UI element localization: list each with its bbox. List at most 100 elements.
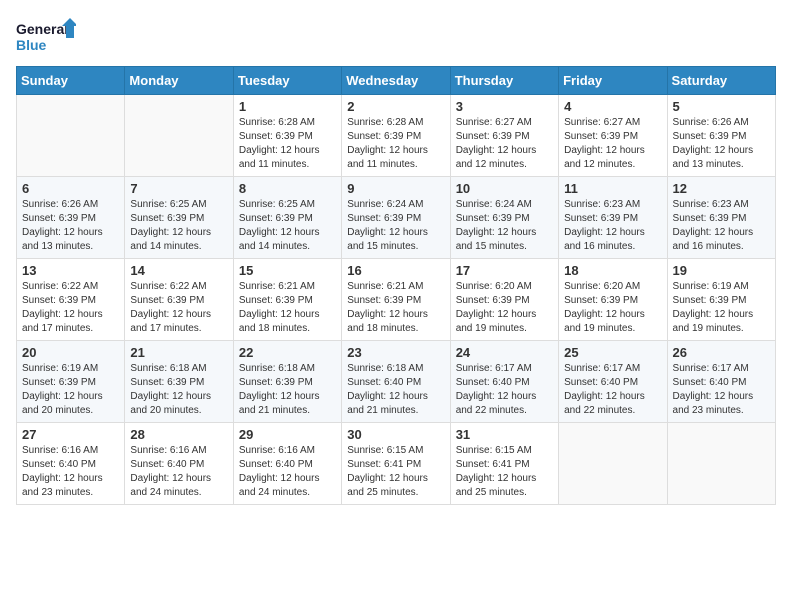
day-number: 30 — [347, 427, 444, 442]
calendar-table: SundayMondayTuesdayWednesdayThursdayFrid… — [16, 66, 776, 505]
calendar-day-cell: 3Sunrise: 6:27 AM Sunset: 6:39 PM Daylig… — [450, 95, 558, 177]
day-number: 24 — [456, 345, 553, 360]
calendar-day-cell: 24 Sunrise: 6:17 AM Sunset: 6:40 PM Dayli… — [450, 341, 558, 423]
calendar-day-cell — [17, 95, 125, 177]
day-number: 18 — [564, 263, 661, 278]
calendar-day-cell: 14 Sunrise: 6:22 AM Sunset: 6:39 PM Dayli… — [125, 259, 233, 341]
day-info: Sunrise: 6:20 AM Sunset: 6:39 PM Dayligh… — [456, 280, 553, 336]
day-number: 16 — [347, 263, 444, 278]
calendar-week-row: 1 Sunrise: 6:28 AM Sunset: 6:39 PM Daylig… — [17, 95, 776, 177]
day-number: 11 — [564, 181, 661, 196]
calendar-day-cell: 13 Sunrise: 6:22 AM Sunset: 6:39 PM Dayli… — [17, 259, 125, 341]
calendar-day-cell: 26 Sunrise: 6:17 AM Sunset: 6:40 PM Dayli… — [667, 341, 775, 423]
logo: General Blue — [16, 16, 76, 56]
day-number: 10 — [456, 181, 553, 196]
weekday-header-thursday: Thursday — [450, 67, 558, 95]
day-info: Sunrise: 6:19 AM Sunset: 6:39 PM Dayligh… — [22, 362, 119, 418]
day-number: 9 — [347, 181, 444, 196]
weekday-header-friday: Friday — [559, 67, 667, 95]
svg-text:Blue: Blue — [16, 37, 47, 53]
weekday-header-monday: Monday — [125, 67, 233, 95]
day-info: Sunrise: 6:26 AM Sunset: 6:39 PM Dayligh… — [22, 198, 119, 254]
day-info: Sunrise: 6:17 AM Sunset: 6:40 PM Dayligh… — [673, 362, 770, 418]
calendar-day-cell: 15 Sunrise: 6:21 AM Sunset: 6:39 PM Dayli… — [233, 259, 341, 341]
day-number: 15 — [239, 263, 336, 278]
calendar-day-cell: 31 Sunrise: 6:15 AM Sunset: 6:41 PM Dayli… — [450, 423, 558, 505]
day-info: Sunrise: 6:25 AM Sunset: 6:39 PM Dayligh… — [239, 198, 336, 254]
day-number: 6 — [22, 181, 119, 196]
calendar-day-cell: 21 Sunrise: 6:18 AM Sunset: 6:39 PM Dayli… — [125, 341, 233, 423]
calendar-day-cell: 5 Sunrise: 6:26 AM Sunset: 6:39 PM Daylig… — [667, 95, 775, 177]
calendar-day-cell — [125, 95, 233, 177]
day-info: Sunrise: 6:18 AM Sunset: 6:39 PM Dayligh… — [130, 362, 227, 418]
calendar-week-row: 20Sunrise: 6:19 AM Sunset: 6:39 PM Dayli… — [17, 341, 776, 423]
day-number: 22 — [239, 345, 336, 360]
day-info: Sunrise: 6:17 AM Sunset: 6:40 PM Dayligh… — [564, 362, 661, 418]
calendar-day-cell: 9 Sunrise: 6:24 AM Sunset: 6:39 PM Daylig… — [342, 177, 450, 259]
day-info: Sunrise: 6:24 AM Sunset: 6:39 PM Dayligh… — [456, 198, 553, 254]
day-number: 21 — [130, 345, 227, 360]
day-info: Sunrise: 6:18 AM Sunset: 6:39 PM Dayligh… — [239, 362, 336, 418]
day-info: Sunrise: 6:25 AM Sunset: 6:39 PM Dayligh… — [130, 198, 227, 254]
day-number: 29 — [239, 427, 336, 442]
day-number: 14 — [130, 263, 227, 278]
calendar-day-cell: 27 Sunrise: 6:16 AM Sunset: 6:40 PM Dayli… — [17, 423, 125, 505]
day-number: 28 — [130, 427, 227, 442]
day-number: 8 — [239, 181, 336, 196]
day-number: 5 — [673, 99, 770, 114]
day-info: Sunrise: 6:15 AM Sunset: 6:41 PM Dayligh… — [456, 444, 553, 500]
day-info: Sunrise: 6:23 AM Sunset: 6:39 PM Dayligh… — [673, 198, 770, 254]
day-number: 17 — [456, 263, 553, 278]
day-number: 23 — [347, 345, 444, 360]
calendar-day-cell: 23 Sunrise: 6:18 AM Sunset: 6:40 PM Dayli… — [342, 341, 450, 423]
day-info: Sunrise: 6:15 AM Sunset: 6:41 PM Dayligh… — [347, 444, 444, 500]
calendar-day-cell: 7Sunrise: 6:25 AM Sunset: 6:39 PM Daylig… — [125, 177, 233, 259]
logo-svg: General Blue — [16, 16, 76, 56]
weekday-header-row: SundayMondayTuesdayWednesdayThursdayFrid… — [17, 67, 776, 95]
calendar-day-cell: 11Sunrise: 6:23 AM Sunset: 6:39 PM Dayli… — [559, 177, 667, 259]
calendar-day-cell: 8 Sunrise: 6:25 AM Sunset: 6:39 PM Daylig… — [233, 177, 341, 259]
calendar-day-cell: 12 Sunrise: 6:23 AM Sunset: 6:39 PM Dayli… — [667, 177, 775, 259]
calendar-day-cell: 1 Sunrise: 6:28 AM Sunset: 6:39 PM Daylig… — [233, 95, 341, 177]
calendar-week-row: 27 Sunrise: 6:16 AM Sunset: 6:40 PM Dayli… — [17, 423, 776, 505]
day-number: 26 — [673, 345, 770, 360]
page-header: General Blue — [16, 16, 776, 56]
calendar-day-cell — [667, 423, 775, 505]
day-number: 31 — [456, 427, 553, 442]
calendar-day-cell: 16Sunrise: 6:21 AM Sunset: 6:39 PM Dayli… — [342, 259, 450, 341]
day-info: Sunrise: 6:26 AM Sunset: 6:39 PM Dayligh… — [673, 116, 770, 172]
calendar-day-cell: 25Sunrise: 6:17 AM Sunset: 6:40 PM Dayli… — [559, 341, 667, 423]
weekday-header-wednesday: Wednesday — [342, 67, 450, 95]
day-info: Sunrise: 6:22 AM Sunset: 6:39 PM Dayligh… — [22, 280, 119, 336]
day-info: Sunrise: 6:28 AM Sunset: 6:39 PM Dayligh… — [239, 116, 336, 172]
day-info: Sunrise: 6:19 AM Sunset: 6:39 PM Dayligh… — [673, 280, 770, 336]
day-info: Sunrise: 6:21 AM Sunset: 6:39 PM Dayligh… — [239, 280, 336, 336]
calendar-day-cell — [559, 423, 667, 505]
calendar-day-cell: 10 Sunrise: 6:24 AM Sunset: 6:39 PM Dayli… — [450, 177, 558, 259]
day-info: Sunrise: 6:17 AM Sunset: 6:40 PM Dayligh… — [456, 362, 553, 418]
weekday-header-saturday: Saturday — [667, 67, 775, 95]
day-number: 19 — [673, 263, 770, 278]
day-number: 27 — [22, 427, 119, 442]
day-number: 13 — [22, 263, 119, 278]
day-info: Sunrise: 6:16 AM Sunset: 6:40 PM Dayligh… — [130, 444, 227, 500]
calendar-day-cell: 19 Sunrise: 6:19 AM Sunset: 6:39 PM Dayli… — [667, 259, 775, 341]
calendar-day-cell: 2Sunrise: 6:28 AM Sunset: 6:39 PM Daylig… — [342, 95, 450, 177]
calendar-day-cell: 20Sunrise: 6:19 AM Sunset: 6:39 PM Dayli… — [17, 341, 125, 423]
day-info: Sunrise: 6:27 AM Sunset: 6:39 PM Dayligh… — [564, 116, 661, 172]
day-info: Sunrise: 6:22 AM Sunset: 6:39 PM Dayligh… — [130, 280, 227, 336]
calendar-day-cell: 6 Sunrise: 6:26 AM Sunset: 6:39 PM Daylig… — [17, 177, 125, 259]
calendar-day-cell: 17 Sunrise: 6:20 AM Sunset: 6:39 PM Dayli… — [450, 259, 558, 341]
calendar-day-cell: 29 Sunrise: 6:16 AM Sunset: 6:40 PM Dayli… — [233, 423, 341, 505]
calendar-week-row: 6 Sunrise: 6:26 AM Sunset: 6:39 PM Daylig… — [17, 177, 776, 259]
day-info: Sunrise: 6:16 AM Sunset: 6:40 PM Dayligh… — [22, 444, 119, 500]
day-info: Sunrise: 6:16 AM Sunset: 6:40 PM Dayligh… — [239, 444, 336, 500]
day-info: Sunrise: 6:24 AM Sunset: 6:39 PM Dayligh… — [347, 198, 444, 254]
day-number: 1 — [239, 99, 336, 114]
calendar-week-row: 13 Sunrise: 6:22 AM Sunset: 6:39 PM Dayli… — [17, 259, 776, 341]
day-number: 12 — [673, 181, 770, 196]
day-info: Sunrise: 6:28 AM Sunset: 6:39 PM Dayligh… — [347, 116, 444, 172]
day-info: Sunrise: 6:18 AM Sunset: 6:40 PM Dayligh… — [347, 362, 444, 418]
day-number: 3 — [456, 99, 553, 114]
weekday-header-tuesday: Tuesday — [233, 67, 341, 95]
